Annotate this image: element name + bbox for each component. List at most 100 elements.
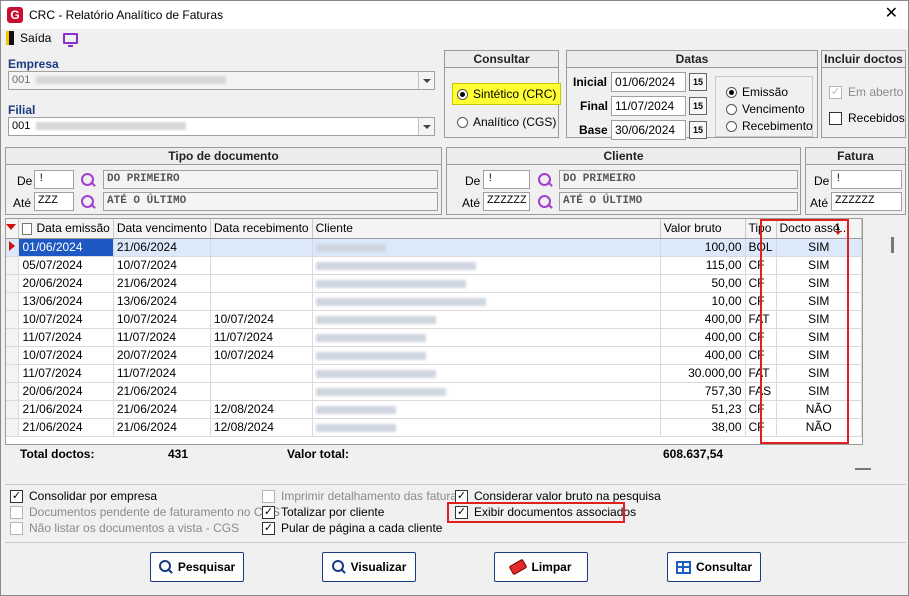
cell-cliente[interactable]: [312, 310, 661, 329]
cell-data-recebimento[interactable]: [210, 292, 313, 311]
cell-data-emissao[interactable]: 21/06/2024: [18, 418, 114, 437]
cell-cliente[interactable]: [312, 346, 661, 365]
cell-data-recebimento[interactable]: [210, 256, 313, 275]
cell-data-recebimento[interactable]: [210, 364, 313, 383]
cell-data-recebimento[interactable]: [210, 238, 313, 257]
search-icon[interactable]: [80, 194, 96, 210]
row-indicator[interactable]: [6, 310, 20, 329]
cell-data-emissao[interactable]: 05/07/2024: [18, 256, 114, 275]
fatura-de-input[interactable]: !: [831, 170, 902, 189]
cell-cliente[interactable]: [312, 274, 661, 293]
table-row[interactable]: 21/06/2024 21/06/2024 12/08/2024 51,23 CF NÃO: [6, 400, 863, 419]
cell-data-recebimento[interactable]: 10/07/2024: [210, 346, 313, 365]
check-recebidos[interactable]: Recebidos: [829, 111, 905, 125]
calendar-icon[interactable]: 15: [689, 73, 707, 91]
col-valor-bruto[interactable]: Valor bruto: [660, 219, 746, 239]
cell-data-emissao[interactable]: 11/07/2024: [18, 328, 114, 347]
table-row[interactable]: 01/06/2024 21/06/2024 100,00 BOL SIM: [6, 238, 863, 257]
search-icon[interactable]: [537, 194, 553, 210]
radio-button[interactable]: [457, 88, 468, 100]
row-indicator[interactable]: [6, 256, 20, 275]
col-data-emissao[interactable]: Data emissão: [18, 219, 114, 239]
cell-cliente[interactable]: [312, 328, 661, 347]
base-date-input[interactable]: 30/06/2024: [611, 120, 686, 140]
cell-data-emissao[interactable]: 10/07/2024: [18, 346, 114, 365]
cell-cliente[interactable]: [312, 418, 661, 437]
tipo-ate-input[interactable]: ZZZ: [34, 192, 74, 211]
cell-data-emissao[interactable]: 20/06/2024: [18, 274, 114, 293]
radio-button[interactable]: [726, 86, 737, 98]
cell-cliente[interactable]: [312, 364, 661, 383]
final-date-input[interactable]: 11/07/2024: [611, 96, 686, 116]
cell-valor-bruto[interactable]: 115,00: [660, 256, 746, 275]
radio-vencimento[interactable]: Vencimento: [726, 102, 805, 116]
vertical-scrollbar[interactable]: [881, 219, 903, 463]
table-row[interactable]: 05/07/2024 10/07/2024 115,00 CF SIM: [6, 256, 863, 275]
cell-data-vencimento[interactable]: 21/06/2024: [113, 382, 211, 401]
cell-data-vencimento[interactable]: 10/07/2024: [113, 256, 211, 275]
check-pular[interactable]: ✓ Pular de página a cada cliente: [262, 521, 442, 535]
search-icon[interactable]: [80, 172, 96, 188]
row-indicator[interactable]: [6, 364, 20, 383]
cell-data-vencimento[interactable]: 10/07/2024: [113, 310, 211, 329]
cell-cliente[interactable]: [312, 256, 661, 275]
checkbox[interactable]: ✓: [262, 521, 275, 535]
row-indicator[interactable]: [6, 346, 20, 365]
checkbox[interactable]: ✓: [262, 505, 275, 519]
cell-data-recebimento[interactable]: [210, 382, 313, 401]
col-data-recebimento[interactable]: Data recebimento: [210, 219, 313, 239]
cell-data-emissao[interactable]: 20/06/2024: [18, 382, 114, 401]
cell-data-recebimento[interactable]: 12/08/2024: [210, 400, 313, 419]
radio-analitico[interactable]: Analítico (CGS): [457, 115, 556, 129]
cell-data-emissao[interactable]: 21/06/2024: [18, 400, 114, 419]
table-row[interactable]: 20/06/2024 21/06/2024 757,30 FAS SIM: [6, 382, 863, 401]
cell-valor-bruto[interactable]: 400,00: [660, 328, 746, 347]
row-indicator[interactable]: [6, 274, 20, 293]
exit-door-icon[interactable]: [6, 31, 14, 45]
cell-valor-bruto[interactable]: 50,00: [660, 274, 746, 293]
row-indicator[interactable]: [6, 400, 20, 419]
close-icon[interactable]: ✕: [885, 5, 898, 23]
consultar-button[interactable]: Consultar: [667, 552, 761, 582]
check-totalizar[interactable]: ✓ Totalizar por cliente: [262, 505, 384, 519]
radio-recebimento[interactable]: Recebimento: [726, 119, 813, 133]
table-row[interactable]: 10/07/2024 20/07/2024 10/07/2024 400,00 CF SI…: [6, 346, 863, 365]
filter-arrow-icon[interactable]: [6, 224, 16, 231]
calendar-icon[interactable]: 15: [689, 121, 707, 139]
cell-data-vencimento[interactable]: 11/07/2024: [113, 364, 211, 383]
cell-data-vencimento[interactable]: 11/07/2024: [113, 328, 211, 347]
check-consolidar[interactable]: ✓ Consolidar por empresa: [10, 489, 157, 503]
cell-data-recebimento[interactable]: [210, 274, 313, 293]
cell-data-vencimento[interactable]: 21/06/2024: [113, 274, 211, 293]
cell-valor-bruto[interactable]: 10,00: [660, 292, 746, 311]
col-data-vencimento[interactable]: Data vencimento: [113, 219, 211, 239]
cell-data-emissao[interactable]: 01/06/2024: [18, 238, 114, 257]
cell-valor-bruto[interactable]: 30.000,00: [660, 364, 746, 383]
chevron-down-icon[interactable]: [418, 118, 434, 135]
cell-cliente[interactable]: [312, 292, 661, 311]
exit-button[interactable]: Saída: [20, 31, 51, 45]
cell-data-recebimento[interactable]: 10/07/2024: [210, 310, 313, 329]
radio-button[interactable]: [457, 116, 468, 128]
cell-data-vencimento[interactable]: 20/07/2024: [113, 346, 211, 365]
cell-valor-bruto[interactable]: 400,00: [660, 346, 746, 365]
check-considerar[interactable]: ✓ Considerar valor bruto na pesquisa: [455, 489, 661, 503]
limpar-button[interactable]: Limpar: [494, 552, 588, 582]
table-row[interactable]: 10/07/2024 10/07/2024 10/07/2024 400,00 FAT S…: [6, 310, 863, 329]
cell-data-emissao[interactable]: 11/07/2024: [18, 364, 114, 383]
scroll-thumb[interactable]: [891, 237, 894, 253]
cliente-de-input[interactable]: !: [483, 170, 530, 189]
fatura-ate-input[interactable]: ZZZZZZ: [831, 192, 902, 211]
table-row[interactable]: 20/06/2024 21/06/2024 50,00 CF SIM: [6, 274, 863, 293]
tipo-de-input[interactable]: !: [34, 170, 74, 189]
row-indicator[interactable]: [6, 382, 20, 401]
row-indicator[interactable]: [6, 238, 20, 257]
table-row[interactable]: 13/06/2024 13/06/2024 10,00 CF SIM: [6, 292, 863, 311]
radio-sintetico[interactable]: Sintético (CRC): [452, 83, 562, 105]
visualizar-button[interactable]: Visualizar: [322, 552, 416, 582]
table-row[interactable]: 11/07/2024 11/07/2024 30.000,00 FAT SIM: [6, 364, 863, 383]
results-grid[interactable]: Data emissão Data vencimento Data recebi…: [5, 218, 863, 462]
radio-button[interactable]: [726, 103, 737, 115]
inicial-date-input[interactable]: 01/06/2024: [611, 72, 686, 92]
cell-data-vencimento[interactable]: 21/06/2024: [113, 418, 211, 437]
